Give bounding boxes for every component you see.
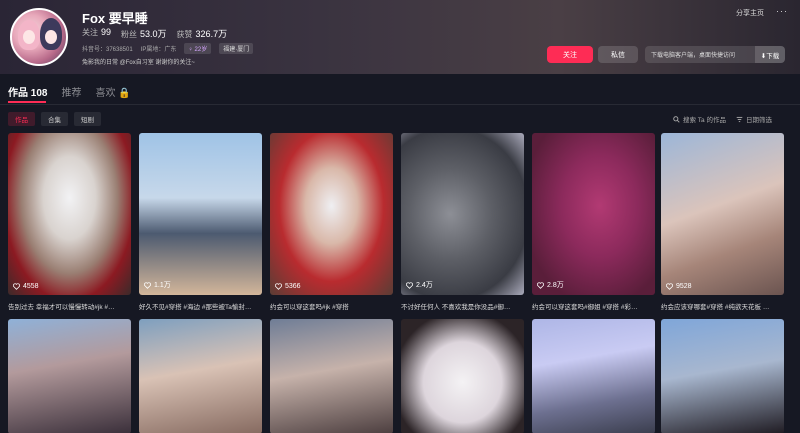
video-caption[interactable]: 约会可以穿这套吗#御姐 #穿搭 #彩… <box>532 301 655 311</box>
search-icon <box>673 115 680 123</box>
following-stat[interactable]: 关注 99 <box>82 27 111 40</box>
avatar[interactable] <box>10 8 68 66</box>
tab-likes[interactable]: 喜欢 🔒 <box>95 84 130 99</box>
subtab-collections[interactable]: 合集 <box>41 112 68 126</box>
video-card[interactable] <box>661 319 784 433</box>
video-card[interactable]: 2.8万 约会可以穿这套吗#御姐 #穿搭 #彩… <box>532 133 655 311</box>
video-caption[interactable]: 约会可以穿这套吗#jk #穿搭 <box>270 301 393 311</box>
video-thumbnail[interactable] <box>401 319 524 433</box>
location-tag: 福建·厦门 <box>219 43 254 54</box>
video-card[interactable]: 9528 约会应该穿哪套#穿搭 #纯欲天花板 … <box>661 133 784 311</box>
video-caption[interactable]: 告别过去 幸福才可以慢慢转动#jk #… <box>8 301 131 311</box>
heart-icon <box>406 281 413 289</box>
message-button[interactable]: 私信 <box>598 46 638 63</box>
search-works-label: 搜索 Ta 的作品 <box>683 117 726 124</box>
heart-icon <box>275 283 282 290</box>
video-caption[interactable]: 好久不见#穿搭 #海边 #那些被Ta愉封… <box>139 301 262 311</box>
tab-recommend[interactable]: 推荐 <box>61 84 81 99</box>
like-count: 5366 <box>275 283 301 290</box>
subtab-short-dramas[interactable]: 短剧 <box>74 112 101 126</box>
video-card[interactable] <box>401 319 524 433</box>
video-caption[interactable]: 不讨好任何人 不喜欢我是你没品#御… <box>401 301 524 311</box>
date-filter-button[interactable]: 日期筛选 <box>736 114 772 124</box>
more-options-icon[interactable]: ··· <box>776 6 788 16</box>
video-thumbnail[interactable] <box>8 319 131 433</box>
video-card[interactable]: 5366 约会可以穿这套吗#jk #穿搭 <box>270 133 393 311</box>
like-count: 1.1万 <box>144 280 171 290</box>
video-thumbnail[interactable]: 2.8万 <box>532 133 655 295</box>
follow-button[interactable]: 关注 <box>547 46 593 63</box>
video-card[interactable]: 2.4万 不讨好任何人 不喜欢我是你没品#御… <box>401 133 524 311</box>
like-count: 2.8万 <box>537 280 564 290</box>
video-card[interactable]: 1.1万 好久不见#穿搭 #海边 #那些被Ta愉封… <box>139 133 262 311</box>
profile-meta: 抖音号：37638501 IP属地：广东 ♀ 22岁 福建·厦门 <box>82 43 254 54</box>
like-count: 9528 <box>666 283 692 290</box>
video-thumbnail[interactable]: 2.4万 <box>401 133 524 295</box>
download-client-banner: 下载电脑客户端，桌面快捷访问 ⬇下载 <box>645 46 785 63</box>
profile-bio: 兔影我的日常 @Fox自习室 谢谢你的关注~ <box>82 60 195 66</box>
age-tag: ♀ 22岁 <box>184 43 212 54</box>
video-card[interactable] <box>532 319 655 433</box>
subtabs: 作品 合集 短剧 <box>8 112 101 126</box>
video-thumbnail[interactable]: 4558 <box>8 133 131 295</box>
heart-icon <box>537 281 544 289</box>
ip-location: IP属地：广东 <box>140 47 177 53</box>
profile-tabs: 作品 108 推荐 喜欢 🔒 <box>8 84 131 99</box>
video-card[interactable]: 4558 告别过去 幸福才可以慢慢转动#jk #… <box>8 133 131 311</box>
video-card[interactable] <box>8 319 131 433</box>
date-filter-label: 日期筛选 <box>746 117 772 124</box>
profile-name: Fox 要早睡 <box>82 11 148 26</box>
heart-icon <box>13 283 20 290</box>
likes-stat: 获赞 326.7万 <box>176 29 228 39</box>
heart-icon <box>666 283 673 290</box>
video-caption[interactable]: 约会应该穿哪套#穿搭 #纯欲天花板 … <box>661 301 784 311</box>
filter-icon <box>736 116 743 122</box>
profile-header: Fox 要早睡 关注 99 粉丝 53.0万 获赞 326.7万 抖音号：376385… <box>0 0 800 74</box>
tab-works[interactable]: 作品 108 <box>8 84 47 99</box>
fans-stat[interactable]: 粉丝 53.0万 <box>121 27 167 40</box>
active-tab-indicator <box>8 101 46 103</box>
heart-icon <box>144 281 151 289</box>
video-thumbnail[interactable] <box>139 319 262 433</box>
video-thumbnail[interactable] <box>661 319 784 433</box>
subtab-works[interactable]: 作品 <box>8 112 35 126</box>
share-profile-button[interactable]: 分享主页 <box>736 8 764 18</box>
video-card[interactable] <box>270 319 393 433</box>
download-client-text: 下载电脑客户端，桌面快捷访问 <box>651 53 736 59</box>
video-thumbnail[interactable]: 9528 <box>661 133 784 295</box>
like-count: 4558 <box>13 283 39 290</box>
video-thumbnail[interactable] <box>270 319 393 433</box>
video-thumbnail[interactable]: 1.1万 <box>139 133 262 295</box>
profile-stats: 关注 99 粉丝 53.0万 获赞 326.7万 <box>82 27 227 40</box>
video-thumbnail[interactable] <box>532 319 655 433</box>
download-button[interactable]: ⬇下载 <box>755 46 785 63</box>
douyin-id: 抖音号：37638501 <box>82 47 133 53</box>
like-count: 2.4万 <box>406 280 433 290</box>
video-thumbnail[interactable]: 5366 <box>270 133 393 295</box>
search-works-button[interactable]: 搜索 Ta 的作品 <box>673 114 726 124</box>
video-card[interactable] <box>139 319 262 433</box>
divider <box>0 104 800 105</box>
